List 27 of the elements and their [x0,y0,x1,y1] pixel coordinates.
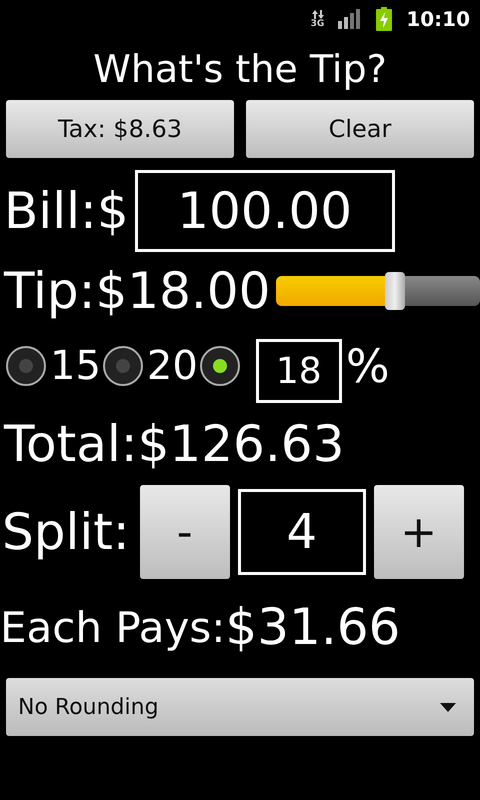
dropdown-arrow-icon [440,702,456,712]
tax-button[interactable]: Tax: $8.63 [6,100,234,158]
radio-button[interactable] [200,346,240,386]
radio-label: 15 [50,343,101,389]
radio-label: 20 [146,343,198,389]
data-arrows-icon [312,10,324,18]
split-label: Split: [1,502,131,562]
each-pays-amount: $31.66 [225,598,400,656]
signal-icon [338,9,362,29]
percent-sign: % [346,339,390,393]
percent-input-field[interactable]: 18 [256,339,342,403]
bill-label: Bill:$ [3,180,130,242]
clock-time: 10:10 [406,7,470,31]
increment-button[interactable]: + [374,485,464,579]
decrement-button[interactable]: - [140,485,230,579]
clear-button[interactable]: Clear [246,100,474,158]
each-pays-label: Each Pays: [0,602,226,652]
app-title: What's the Tip? [92,46,388,93]
rounding-dropdown[interactable]: No Rounding [6,678,474,736]
split-count-field[interactable]: 4 [238,489,366,575]
radio-button[interactable] [6,346,46,386]
total-amount: Total:$126.63 [2,414,346,474]
battery-charging-icon [376,7,392,31]
network-type: 3G [310,18,324,28]
bill-input-field[interactable]: 100.00 [134,170,395,252]
radio-button[interactable] [102,346,143,386]
tip-amount: Tip:$18.00 [2,260,272,322]
